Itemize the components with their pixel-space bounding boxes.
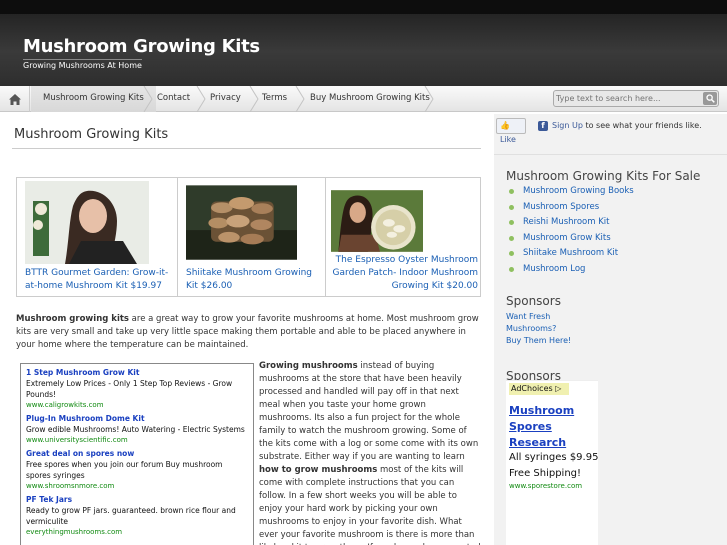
list-item: Mushroom Grow Kits xyxy=(506,231,721,247)
body-text: most of the kits will come with complete… xyxy=(259,465,481,545)
site-tagline: Growing Mushrooms At Home xyxy=(23,59,142,70)
product-caption[interactable]: The Espresso Oyster Mushroom Garden Patc… xyxy=(326,254,478,293)
body-paragraph: Growing mushrooms instead of buying mush… xyxy=(259,360,481,545)
product-caption[interactable]: Shiitake Mushroom Growing Kit $26.00 xyxy=(186,267,321,293)
sponsor-link[interactable]: Mushrooms? xyxy=(506,323,556,335)
facebook-signup-text: Sign Up to see what your friends like. xyxy=(552,121,702,130)
body-text: instead of buying mushrooms at the store… xyxy=(259,361,479,462)
nav-item-mushroom-growing-kits[interactable]: Mushroom Growing Kits xyxy=(31,86,156,112)
ad-url[interactable]: everythingmushrooms.com xyxy=(26,527,249,537)
product-grid: BTTR Gourmet Garden: Grow-it-at-home Mus… xyxy=(16,177,481,297)
list-item: Mushroom Growing Books xyxy=(506,184,721,200)
nav-item-terms[interactable]: Terms xyxy=(262,86,299,112)
ad-url[interactable]: www.caligrowkits.com xyxy=(26,400,249,410)
list-link[interactable]: Shiitake Mushroom Kit xyxy=(523,248,618,258)
nav-separator xyxy=(249,85,259,113)
list-link[interactable]: Mushroom Growing Books xyxy=(523,186,634,196)
ad-unit[interactable]: Plug-In Mushroom Dome Kit Grow edible Mu… xyxy=(26,413,249,445)
adchoices-badge[interactable]: AdChoices ▷ xyxy=(509,383,569,395)
list-link[interactable]: Mushroom Grow Kits xyxy=(523,233,611,243)
list-item: Mushroom Log xyxy=(506,262,721,278)
search-button[interactable] xyxy=(703,92,717,105)
nav-separator xyxy=(424,85,434,113)
product-image-espresso-oyster-kit[interactable] xyxy=(331,181,423,261)
page-title: Mushroom Growing Kits xyxy=(14,127,169,142)
ad-title[interactable]: Great deal on spores now xyxy=(26,448,249,459)
search-icon xyxy=(705,94,715,103)
nav-separator xyxy=(143,85,153,113)
ad-block: 1 Step Mushroom Grow Kit Extremely Low P… xyxy=(20,363,254,545)
sponsors-heading: Sponsors xyxy=(506,294,561,308)
home-icon xyxy=(8,93,21,105)
list-link[interactable]: Mushroom Spores xyxy=(523,202,599,212)
ad-title[interactable]: 1 Step Mushroom Grow Kit xyxy=(26,367,249,378)
divider xyxy=(494,154,727,155)
ad-title[interactable]: Plug-In Mushroom Dome Kit xyxy=(26,413,249,424)
home-button[interactable] xyxy=(0,86,30,112)
ad-unit[interactable]: PF Tek Jars Ready to grow PF jars. guara… xyxy=(26,494,249,537)
nav-item-privacy[interactable]: Privacy xyxy=(210,86,253,112)
ad-unit[interactable]: 1 Step Mushroom Grow Kit Extremely Low P… xyxy=(26,367,249,410)
product-card[interactable]: Shiitake Mushroom Growing Kit $26.00 xyxy=(178,178,326,296)
ad-description: Ready to grow PF jars. guaranteed. brown… xyxy=(26,506,236,526)
ad-url[interactable]: www.shroomsnmore.com xyxy=(26,481,249,491)
list-link[interactable]: Reishi Mushroom Kit xyxy=(523,217,610,227)
site-title[interactable]: Mushroom Growing Kits xyxy=(23,36,260,57)
facebook-like-button[interactable]: 👍 Like xyxy=(496,118,526,144)
sponsor-ad-title[interactable]: Mushroom Spores Research xyxy=(509,403,594,451)
intro-bold: Mushroom growing kits xyxy=(16,314,129,324)
sponsor-ad-url[interactable]: www.sporestore.com xyxy=(509,482,582,490)
facebook-signup-link[interactable]: Sign Up xyxy=(552,121,583,130)
ad-description: Grow edible Mushrooms! Auto Watering - E… xyxy=(26,425,245,434)
search-box xyxy=(553,90,719,107)
facebook-signup-suffix: to see what your friends like. xyxy=(582,121,702,130)
ad-description: Free spores when you join our forum Buy … xyxy=(26,460,223,480)
ad-unit[interactable]: Great deal on spores now Free spores whe… xyxy=(26,448,249,491)
search-input[interactable] xyxy=(556,92,698,105)
list-item: Reishi Mushroom Kit xyxy=(506,215,721,231)
nav-separator xyxy=(295,85,305,113)
body-bold: how to grow mushrooms xyxy=(259,465,378,475)
list-link[interactable]: Mushroom Log xyxy=(523,264,585,274)
product-image-bttr-kit[interactable] xyxy=(25,181,149,264)
product-card[interactable]: The Espresso Oyster Mushroom Garden Patc… xyxy=(326,178,482,296)
nav-item-buy-kits[interactable]: Buy Mushroom Growing Kits xyxy=(310,86,442,112)
divider xyxy=(12,148,481,149)
nav-separator xyxy=(196,85,206,113)
intro-paragraph: Mushroom growing kits are a great way to… xyxy=(16,313,481,352)
product-caption[interactable]: BTTR Gourmet Garden: Grow-it-at-home Mus… xyxy=(25,267,173,293)
list-item: Mushroom Spores xyxy=(506,200,721,216)
sponsor-link[interactable]: Want Fresh xyxy=(506,311,550,323)
sponsor-link[interactable]: Buy Them Here! xyxy=(506,335,571,347)
facebook-icon: f xyxy=(538,121,548,131)
product-image-shiitake-kit[interactable] xyxy=(186,181,297,264)
ad-url[interactable]: www.universityscientific.com xyxy=(26,435,249,445)
ad-title[interactable]: PF Tek Jars xyxy=(26,494,249,505)
like-label: Like xyxy=(500,135,516,144)
forsale-heading: Mushroom Growing Kits For Sale xyxy=(506,169,701,183)
forsale-list: Mushroom Growing Books Mushroom Spores R… xyxy=(506,184,721,277)
list-item: Shiitake Mushroom Kit xyxy=(506,246,721,262)
product-card[interactable]: BTTR Gourmet Garden: Grow-it-at-home Mus… xyxy=(17,178,178,296)
thumbs-up-icon: 👍 xyxy=(500,121,510,130)
sponsor-ad-description: All syringes $9.95 Free Shipping! xyxy=(509,452,599,479)
site-header: Mushroom Growing Kits Growing Mushrooms … xyxy=(0,0,727,86)
body-bold: Growing mushrooms xyxy=(259,361,358,371)
ad-description: Extremely Low Prices - Only 1 Step Top R… xyxy=(26,379,233,399)
sponsor-ad[interactable]: AdChoices ▷ Mushroom Spores Research All… xyxy=(506,380,598,545)
